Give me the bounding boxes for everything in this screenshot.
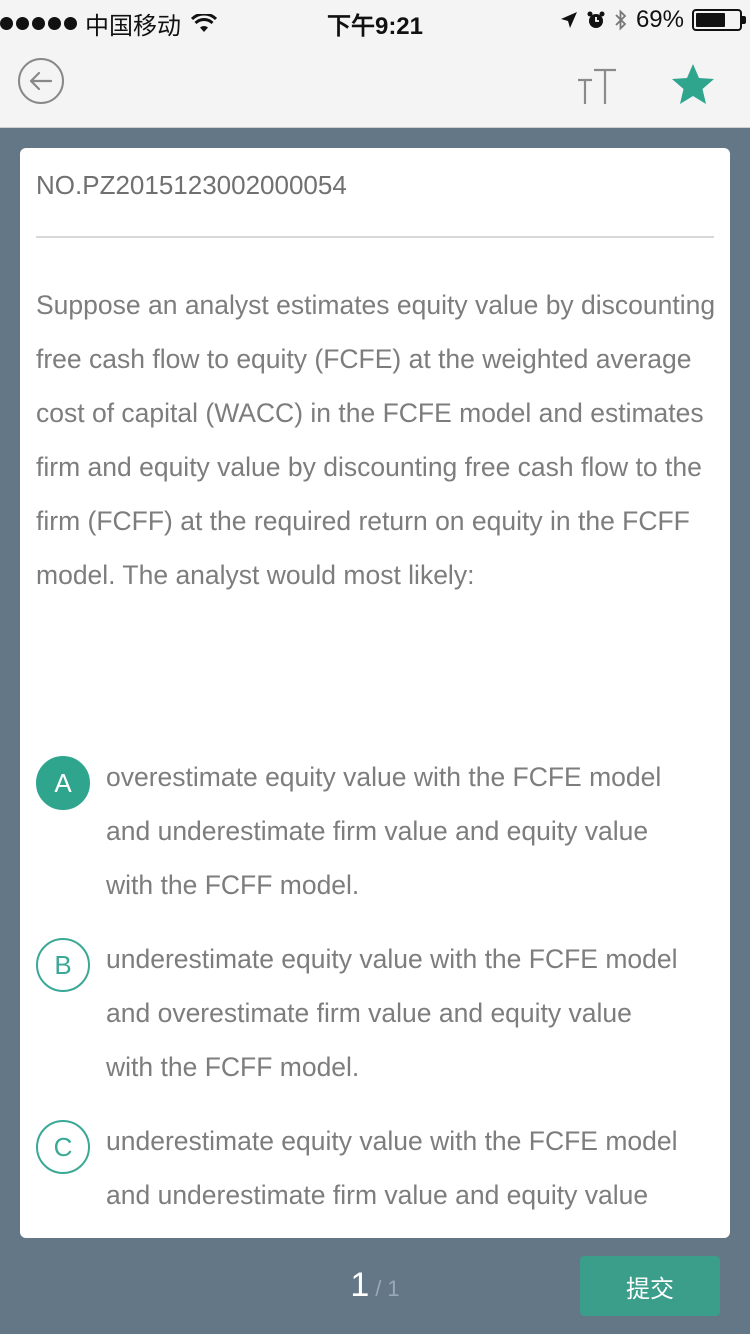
option-text: underestimate equity value with the FCFE… <box>106 932 730 1094</box>
bluetooth-icon <box>615 9 627 31</box>
option-line: and overestimate firm value and equity v… <box>106 998 632 1028</box>
divider <box>36 236 714 238</box>
nav-bar <box>0 40 750 128</box>
option-line: with the FCFF model. <box>106 1052 360 1082</box>
battery-icon <box>692 9 746 31</box>
option-text: underestimate equity value with the FCFE… <box>106 1114 730 1222</box>
option-badge: A <box>36 756 90 810</box>
option-line: underestimate equity value with the FCFE… <box>106 1126 678 1156</box>
battery-percent: 69% <box>635 6 684 33</box>
question-card: NO.PZ2015123002000054 Suppose an analyst… <box>20 148 730 1238</box>
option-line: and underestimate firm value and equity … <box>106 816 649 846</box>
page-current: 1 <box>350 1266 370 1304</box>
option-line: overestimate equity value with the FCFE … <box>106 762 662 792</box>
option-text: overestimate equity value with the FCFE … <box>106 750 730 912</box>
question-number: NO.PZ2015123002000054 <box>36 170 347 200</box>
question-text: Suppose an analyst estimates equity valu… <box>36 290 716 590</box>
option-badge: C <box>36 1120 90 1174</box>
alarm-icon <box>587 11 605 28</box>
option-line: underestimate equity value with the FCFE… <box>106 944 678 974</box>
submit-button[interactable]: 提交 <box>580 1256 720 1316</box>
back-button[interactable] <box>18 58 64 104</box>
option-line: and underestimate firm value and equity … <box>106 1180 649 1210</box>
star-icon[interactable] <box>668 60 718 110</box>
page-total: 1 <box>387 1276 400 1301</box>
status-right: 69% <box>560 6 746 34</box>
battery-level <box>696 13 725 27</box>
location-arrow-icon <box>560 12 577 28</box>
option-line: with the FCFF model. <box>106 870 360 900</box>
back-arrow-icon <box>29 71 53 91</box>
option-badge: B <box>36 938 90 992</box>
font-size-icon[interactable] <box>574 62 620 108</box>
page-separator: / <box>375 1276 382 1301</box>
status-bar: 中国移动 下午9:21 69% <box>0 0 750 40</box>
